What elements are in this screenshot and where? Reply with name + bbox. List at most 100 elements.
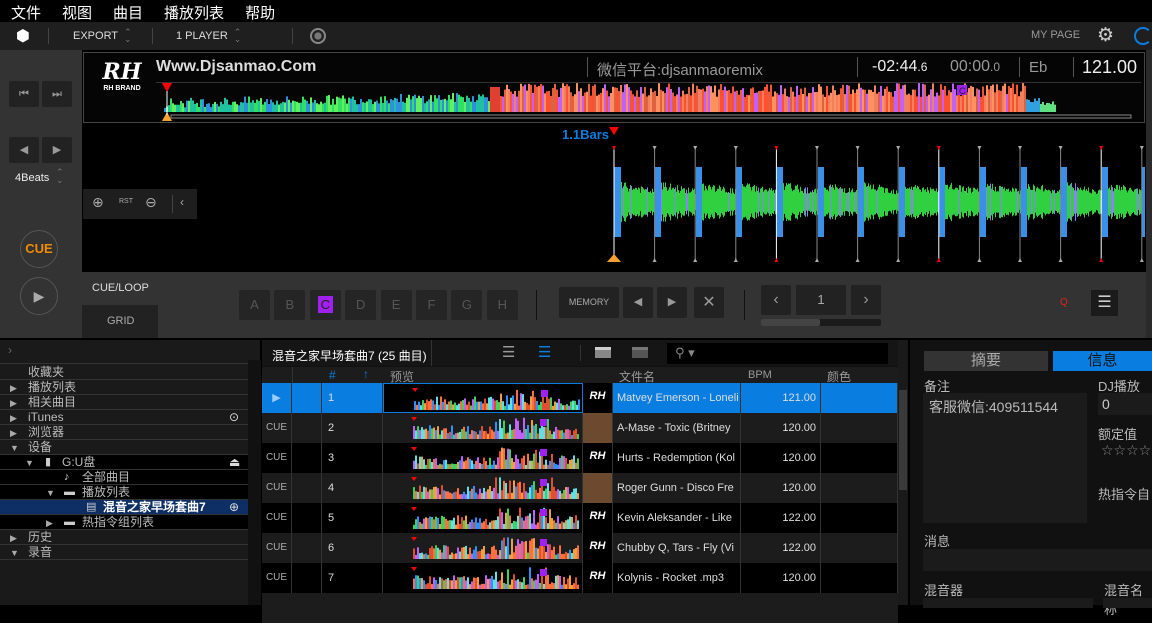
eject-icon[interactable]: ⏏ <box>229 455 240 469</box>
table-row[interactable] <box>262 593 898 623</box>
page-next-button[interactable]: › <box>851 285 881 315</box>
column-number[interactable]: # <box>329 368 336 382</box>
collapse-chevron-icon[interactable]: ‹ <box>180 195 184 209</box>
hotcue-b-button[interactable]: B <box>274 290 306 320</box>
sidebar-item[interactable]: ▼ 录音 <box>0 545 248 560</box>
beat-jump-forward-button[interactable]: ▶ <box>42 137 72 163</box>
deck-scrollbar[interactable] <box>1146 50 1152 338</box>
table-row[interactable]: CUE 3 RH Hurts - Redemption (Kol 120.00 <box>262 443 898 473</box>
player-select[interactable]: 1 PLAYER ⌃ ⌄ <box>176 28 241 44</box>
zoom-reset-button[interactable]: RST <box>119 198 133 205</box>
zoomed-waveform-panel[interactable]: 1.1Bars ⊕ RST ⊖ ‹ <box>83 124 1145 272</box>
menu-view[interactable]: 视图 <box>51 0 102 22</box>
memory-prev-button[interactable]: ◀ <box>623 287 653 318</box>
table-row[interactable]: CUE 6 RH Chubby Q, Tars - Fly (Vi 122.00 <box>262 533 898 563</box>
sidebar-item[interactable]: ♪ 全部曲目 <box>0 470 248 485</box>
record-button[interactable] <box>310 28 326 44</box>
search-input[interactable]: ⚲ ▾ <box>667 343 888 364</box>
expand-arrow-icon[interactable]: ▶ <box>10 411 17 425</box>
table-row[interactable]: CUE 5 RH Kevin Aleksander - Like 122.00 <box>262 503 898 533</box>
play-button[interactable]: ▶ <box>20 277 58 315</box>
menu-file[interactable]: 文件 <box>0 0 51 22</box>
expand-chevron-icon[interactable]: › <box>8 343 12 357</box>
table-row[interactable]: ▶ 1 RH Matvey Emerson - Loneli 121.00 <box>262 383 898 413</box>
list-view-icon[interactable]: ☰ <box>502 343 515 361</box>
zoomed-waveform[interactable] <box>83 124 1145 272</box>
collapse-arrow-icon[interactable]: ▼ <box>46 486 55 500</box>
hotcue-f-button[interactable]: F <box>416 290 447 320</box>
play-count-field[interactable]: 0 <box>1098 393 1152 415</box>
hotcue-c-button[interactable]: C <box>309 290 341 320</box>
tab-summary[interactable]: 摘要 <box>924 351 1048 371</box>
memory-delete-button[interactable]: ✕ <box>694 287 724 318</box>
expand-arrow-icon[interactable]: ▶ <box>10 426 17 440</box>
sidebar-item[interactable]: ▶ 相关曲目 <box>0 395 248 410</box>
previous-track-button[interactable]: ⏮ <box>9 81 39 107</box>
sync-icon[interactable]: ⊙ <box>229 410 239 424</box>
cue-button[interactable]: CUE <box>20 230 58 268</box>
menu-help[interactable]: 帮助 <box>234 0 285 22</box>
collapse-arrow-icon[interactable]: ▼ <box>25 456 34 470</box>
tab-info[interactable]: 信息 <box>1053 351 1152 371</box>
sync-icon[interactable] <box>1134 27 1152 45</box>
beat-jump-size[interactable]: 4Beats <box>15 172 49 184</box>
column-bpm[interactable]: BPM <box>748 369 772 381</box>
mode-select[interactable]: EXPORT ⌃ ⌄ <box>73 28 132 44</box>
message-field[interactable] <box>923 549 1152 571</box>
sidebar-item[interactable]: ▶ 历史 <box>0 530 248 545</box>
mixer-field[interactable] <box>923 598 1093 608</box>
sidebar-item[interactable]: ▼ 设备 <box>0 440 248 455</box>
sidebar-item[interactable]: ▶ 播放列表 <box>0 380 248 395</box>
track-bpm: 120.00 <box>741 413 821 443</box>
hotcue-a-button[interactable]: A <box>239 290 270 320</box>
sidebar-item[interactable]: 收藏夹 <box>0 365 248 380</box>
detail-list-icon[interactable]: ☰ <box>538 343 551 361</box>
menu-playlist[interactable]: 播放列表 <box>153 0 234 22</box>
hamburger-menu-icon[interactable]: ☰ <box>1091 290 1118 316</box>
table-row[interactable]: CUE 2 A-Mase - Toxic (Britney 120.00 <box>262 413 898 443</box>
menu-track[interactable]: 曲目 <box>102 0 153 22</box>
next-track-button[interactable]: ⏭ <box>42 81 72 107</box>
memory-button[interactable]: MEMORY <box>559 287 619 318</box>
browser-scrollbar[interactable] <box>898 340 908 605</box>
overview-waveform[interactable]: C <box>160 81 1140 123</box>
table-row[interactable]: CUE 4 Roger Gunn - Disco Fre 120.00 <box>262 473 898 503</box>
memory-next-button[interactable]: ▶ <box>657 287 687 318</box>
quantize-indicator[interactable]: Q <box>1060 297 1068 308</box>
tab-cue-loop[interactable]: CUE/LOOP <box>82 272 158 305</box>
sidebar-item[interactable]: ▤ 混音之家早场套曲7 ⊕ <box>0 500 248 515</box>
hotcue-d-button[interactable]: D <box>345 290 377 320</box>
sort-ascending-icon[interactable]: ↑ <box>363 367 369 381</box>
mix-name-field[interactable] <box>1103 598 1152 608</box>
sidebar-item[interactable]: ▼ ▮ G:U盘 ⏏ <box>0 455 248 470</box>
collapse-arrow-icon[interactable]: ▼ <box>10 441 19 455</box>
sidebar-item[interactable]: ▶ 浏览器 <box>0 425 248 440</box>
my-page-link[interactable]: MY PAGE <box>1031 29 1080 41</box>
gear-icon[interactable]: ⚙ <box>1097 24 1114 47</box>
expand-arrow-icon[interactable]: ▶ <box>46 516 53 530</box>
hotcue-e-button[interactable]: E <box>380 290 412 320</box>
zoom-in-icon[interactable]: ⊕ <box>92 194 104 211</box>
zoom-out-icon[interactable]: ⊖ <box>145 194 157 211</box>
page-prev-button[interactable]: ‹ <box>761 285 791 315</box>
collapse-arrow-icon[interactable]: ▼ <box>10 546 19 560</box>
expand-arrow-icon[interactable]: ▶ <box>10 381 17 395</box>
sidebar-scrollbar[interactable] <box>248 360 261 605</box>
rekordbox-logo-icon[interactable]: ⬢ <box>16 26 30 46</box>
sidebar-item[interactable]: ▶ ▬ 热指令组列表 <box>0 515 248 530</box>
hotcue-g-button[interactable]: G <box>451 290 483 320</box>
expand-arrow-icon[interactable]: ▶ <box>10 531 17 545</box>
table-row[interactable]: CUE 7 RH Kolynis - Rocket .mp3 120.00 <box>262 563 898 593</box>
sidebar-item[interactable]: ▶ iTunes ⊙ <box>0 410 248 425</box>
updown-icon[interactable]: ⌃ ⌄ <box>56 168 64 185</box>
hotcue-h-button[interactable]: H <box>486 290 518 320</box>
add-icon[interactable]: ⊕ <box>229 500 239 514</box>
comment-field[interactable]: 客服微信:409511544 <box>923 393 1087 523</box>
sidebar-item[interactable]: ▼ ▬ 播放列表 <box>0 485 248 500</box>
layout-single-icon[interactable] <box>632 347 648 358</box>
tab-grid[interactable]: GRID <box>82 305 158 338</box>
layout-split-icon[interactable] <box>595 347 611 358</box>
beat-jump-back-button[interactable]: ◀ <box>9 137 39 163</box>
expand-arrow-icon[interactable]: ▶ <box>10 396 17 410</box>
rating-stars[interactable]: ☆☆☆☆☆ <box>1101 442 1152 459</box>
